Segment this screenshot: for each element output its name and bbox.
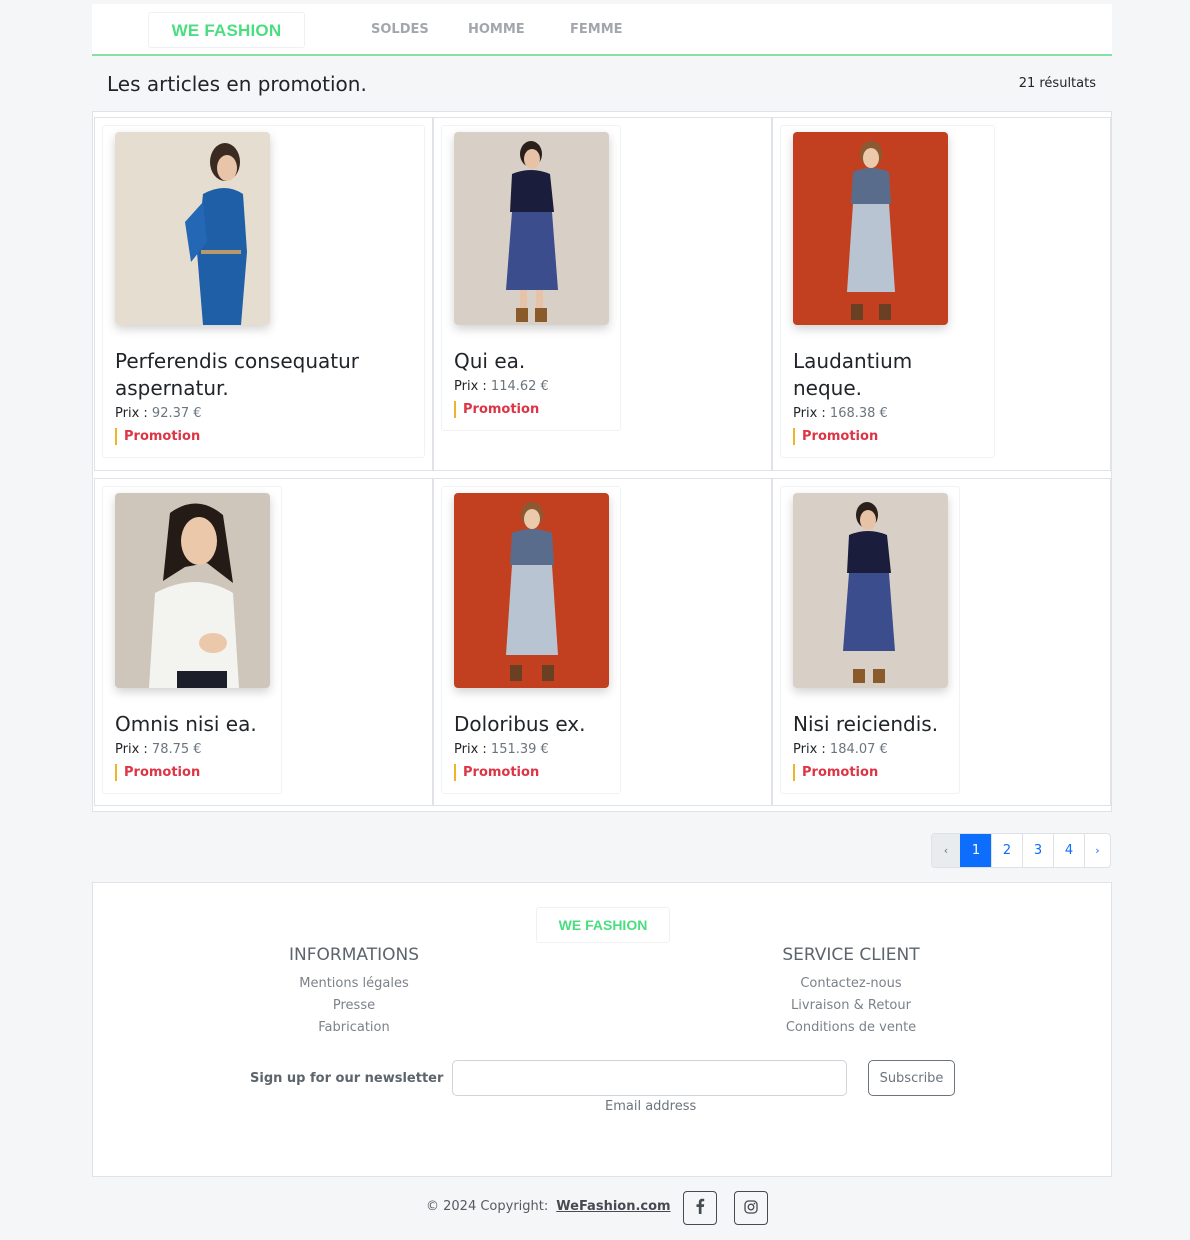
navbar: WE FASHION SOLDES HOMME FEMME <box>92 4 1112 56</box>
price-value: 168.38 € <box>829 406 888 421</box>
product-image[interactable] <box>115 493 270 688</box>
promotion-badge: Promotion <box>793 428 982 445</box>
product-image[interactable] <box>115 132 270 325</box>
subscribe-button[interactable]: Subscribe <box>868 1060 955 1096</box>
footer-informations-title: INFORMATIONS <box>289 945 419 965</box>
price-label: Prix : <box>115 406 148 421</box>
footer: WE FASHION INFORMATIONS Mentions légales… <box>92 882 1112 1177</box>
footer-link-mentions[interactable]: Mentions légales <box>234 973 474 995</box>
product-price: Prix : 168.38 € <box>793 406 982 421</box>
product-name[interactable]: Omnis nisi ea. <box>115 711 269 738</box>
copyright-text: © 2024 Copyright: <box>426 1199 549 1214</box>
product-cell: Perferendis consequatur aspernatur. Prix… <box>94 117 433 471</box>
pagination-page-3[interactable]: 3 <box>1022 834 1053 867</box>
pagination-page-2[interactable]: 2 <box>991 834 1022 867</box>
newsletter-help-text: Email address <box>605 1099 697 1114</box>
price-value: 114.62 € <box>490 379 549 394</box>
promotion-badge: Promotion <box>115 764 269 781</box>
promotion-badge: Promotion <box>454 401 608 418</box>
page-title: Les articles en promotion. <box>107 72 367 96</box>
price-label: Prix : <box>793 406 826 421</box>
footer-link-contact[interactable]: Contactez-nous <box>731 973 971 995</box>
product-price: Prix : 184.07 € <box>793 742 947 757</box>
nav-link-femme[interactable]: FEMME <box>570 22 623 37</box>
facebook-icon <box>694 1198 706 1218</box>
price-label: Prix : <box>454 379 487 394</box>
product-cell: Doloribus ex. Prix : 151.39 € Promotion <box>433 478 772 806</box>
product-name[interactable]: Nisi reiciendis. <box>793 711 947 738</box>
pagination-next[interactable]: › <box>1084 834 1110 867</box>
instagram-button[interactable] <box>734 1191 768 1225</box>
footer-service-client: SERVICE CLIENT Contactez-nous Livraison … <box>731 945 971 1039</box>
product-cell: Laudantium neque. Prix : 168.38 € Promot… <box>772 117 1111 471</box>
product-cell: Nisi reiciendis. Prix : 184.07 € Promoti… <box>772 478 1111 806</box>
product-card[interactable]: Perferendis consequatur aspernatur. Prix… <box>102 125 425 458</box>
product-price: Prix : 151.39 € <box>454 742 608 757</box>
footer-brand-logo[interactable]: WE FASHION <box>536 907 670 943</box>
product-card[interactable]: Laudantium neque. Prix : 168.38 € Promot… <box>780 125 995 458</box>
footer-link-presse[interactable]: Presse <box>234 995 474 1017</box>
product-name[interactable]: Perferendis consequatur aspernatur. <box>115 348 412 402</box>
pagination-prev[interactable]: ‹ <box>932 834 960 867</box>
product-price: Prix : 78.75 € <box>115 742 269 757</box>
price-value: 92.37 € <box>151 406 202 421</box>
product-card[interactable]: Nisi reiciendis. Prix : 184.07 € Promoti… <box>780 486 960 794</box>
product-image[interactable] <box>793 493 948 688</box>
brand-logo[interactable]: WE FASHION <box>148 12 305 48</box>
product-cell: Qui ea. Prix : 114.62 € Promotion <box>433 117 772 471</box>
product-name[interactable]: Doloribus ex. <box>454 711 608 738</box>
nav-link-homme[interactable]: HOMME <box>468 22 525 37</box>
footer-link-fabrication[interactable]: Fabrication <box>234 1017 474 1039</box>
footer-link-conditions[interactable]: Conditions de vente <box>731 1017 971 1039</box>
pagination: ‹ 1 2 3 4 › <box>931 833 1111 868</box>
product-name[interactable]: Qui ea. <box>454 348 608 375</box>
footer-service-title: SERVICE CLIENT <box>782 945 920 965</box>
product-cell: Omnis nisi ea. Prix : 78.75 € Promotion <box>94 478 433 806</box>
footer-link-livraison[interactable]: Livraison & Retour <box>731 995 971 1017</box>
pagination-page-1[interactable]: 1 <box>960 834 991 867</box>
product-card[interactable]: Doloribus ex. Prix : 151.39 € Promotion <box>441 486 621 794</box>
facebook-button[interactable] <box>683 1191 717 1225</box>
footer-informations: INFORMATIONS Mentions légales Presse Fab… <box>234 945 474 1039</box>
price-value: 184.07 € <box>829 742 888 757</box>
product-card[interactable]: Omnis nisi ea. Prix : 78.75 € Promotion <box>102 486 282 794</box>
instagram-icon <box>744 1199 758 1218</box>
copyright-site-link[interactable]: WeFashion.com <box>556 1199 670 1214</box>
price-value: 78.75 € <box>151 742 202 757</box>
promotion-badge: Promotion <box>454 764 608 781</box>
newsletter-label: Sign up for our newsletter <box>250 1071 444 1086</box>
product-grid: Perferendis consequatur aspernatur. Prix… <box>92 111 1112 812</box>
newsletter-email-input[interactable] <box>452 1060 847 1096</box>
result-count: 21 résultats <box>1018 76 1096 91</box>
price-value: 151.39 € <box>490 742 549 757</box>
copyright: © 2024 Copyright: WeFashion.com <box>426 1199 671 1214</box>
product-price: Prix : 114.62 € <box>454 379 608 394</box>
product-image[interactable] <box>793 132 948 325</box>
nav-link-soldes[interactable]: SOLDES <box>371 22 429 37</box>
product-name[interactable]: Laudantium neque. <box>793 348 982 402</box>
promotion-badge: Promotion <box>115 428 412 445</box>
price-label: Prix : <box>454 742 487 757</box>
price-label: Prix : <box>115 742 148 757</box>
product-price: Prix : 92.37 € <box>115 406 412 421</box>
product-card[interactable]: Qui ea. Prix : 114.62 € Promotion <box>441 125 621 431</box>
price-label: Prix : <box>793 742 826 757</box>
product-image[interactable] <box>454 493 609 688</box>
pagination-page-4[interactable]: 4 <box>1053 834 1084 867</box>
product-image[interactable] <box>454 132 609 325</box>
promotion-badge: Promotion <box>793 764 947 781</box>
